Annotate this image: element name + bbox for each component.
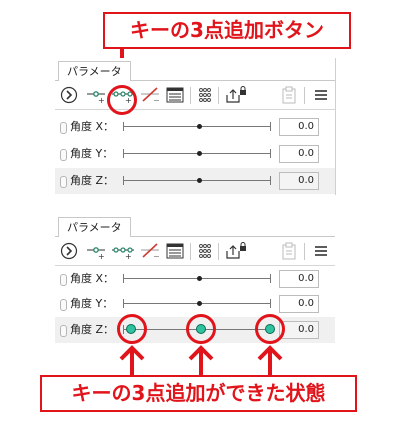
param-row-angle-x: 角度 X： 0.0 [55, 114, 335, 140]
key-indicator[interactable] [60, 274, 67, 286]
add-key-icon[interactable]: + [85, 240, 107, 262]
key-indicator[interactable] [60, 325, 67, 337]
param-row-angle-z: 角度 Z： 0.0 [55, 168, 335, 194]
paste-icon[interactable] [280, 240, 298, 262]
slider-tick-right [270, 299, 271, 308]
export-lock-icon[interactable] [225, 84, 247, 106]
panel-toolbar: + + − [55, 81, 335, 110]
param-label: 角度 Y： [70, 147, 114, 160]
menu-icon[interactable] [313, 84, 329, 106]
navigate-icon[interactable] [59, 240, 79, 262]
key-indicator[interactable] [60, 149, 67, 161]
param-value-input[interactable]: 0.0 [279, 295, 319, 313]
slider-knob[interactable] [197, 301, 202, 306]
highlight-keyframe-left [117, 314, 147, 344]
dots-grid-icon[interactable] [196, 240, 214, 262]
keyframe-window-icon[interactable] [165, 84, 185, 106]
highlight-keyframe-right [255, 314, 285, 344]
param-value-input[interactable]: 0.0 [279, 118, 319, 136]
paste-icon[interactable] [280, 84, 298, 106]
slider-knob[interactable] [197, 151, 202, 156]
param-label: 角度 Z： [70, 174, 115, 187]
add-three-keys-icon[interactable]: + [111, 240, 135, 262]
delete-key-icon[interactable]: − [139, 84, 161, 106]
slider-tick-right [270, 176, 271, 185]
param-value-input[interactable]: 0.0 [279, 145, 319, 163]
highlight-keyframe-center [186, 314, 216, 344]
param-value-input[interactable]: 0.0 [279, 172, 319, 190]
svg-text:−: − [153, 252, 160, 260]
export-lock-icon[interactable] [225, 240, 247, 262]
slider-tick-right [270, 149, 271, 158]
param-row-angle-y: 角度 Y： 0.0 [55, 291, 335, 317]
delete-key-icon[interactable]: − [139, 240, 161, 262]
dots-grid-icon[interactable] [196, 84, 214, 106]
arrow-up-icon [119, 345, 145, 375]
key-indicator[interactable] [60, 176, 67, 188]
highlight-add-three-keys-button [107, 85, 137, 115]
toolbar-separator [190, 243, 191, 260]
svg-text:+: + [98, 96, 105, 104]
param-label: 角度 Y： [70, 297, 114, 310]
param-label: 角度 X： [70, 120, 115, 133]
panel-tabbar: パラメータ [55, 214, 335, 237]
toolbar-separator [304, 87, 305, 104]
navigate-icon[interactable] [59, 84, 79, 106]
slider-knob[interactable] [197, 124, 202, 129]
param-label: 角度 Z： [70, 323, 115, 336]
slider-knob[interactable] [197, 178, 202, 183]
svg-text:+: + [125, 252, 132, 260]
panel-toolbar: + + − [55, 237, 335, 266]
key-indicator[interactable] [60, 122, 67, 134]
param-value-input[interactable]: 0.0 [279, 321, 319, 339]
arrow-up-icon [188, 345, 214, 375]
param-value-input[interactable]: 0.0 [279, 270, 319, 288]
param-row-angle-x: 角度 X： 0.0 [55, 266, 335, 292]
toolbar-separator [218, 87, 219, 104]
param-row-angle-y: 角度 Y： 0.0 [55, 141, 335, 167]
svg-text:+: + [98, 252, 105, 260]
callout-three-keys-added: キーの3点追加ができた状態 [40, 375, 357, 412]
arrow-up-icon [257, 345, 283, 375]
add-key-icon[interactable]: + [85, 84, 107, 106]
key-indicator[interactable] [60, 299, 67, 311]
toolbar-separator [190, 87, 191, 104]
tab-parameter[interactable]: パラメータ [58, 61, 131, 81]
menu-icon[interactable] [313, 240, 329, 262]
parameter-panel-before: パラメータ + + − 角度 X： 0.0 角度 Y： 0.0 角度 Z： 0.… [55, 58, 336, 195]
tab-parameter[interactable]: パラメータ [58, 217, 131, 237]
slider-tick-right [270, 122, 271, 131]
svg-text:−: − [153, 96, 160, 104]
callout-add-three-keys-button: キーの3点追加ボタン [103, 12, 351, 49]
slider-knob[interactable] [197, 276, 202, 281]
panel-tabbar: パラメータ [55, 58, 335, 81]
toolbar-separator [218, 243, 219, 260]
toolbar-separator [304, 243, 305, 260]
slider-tick-right [270, 274, 271, 283]
keyframe-window-icon[interactable] [165, 240, 185, 262]
param-label: 角度 X： [70, 272, 115, 285]
